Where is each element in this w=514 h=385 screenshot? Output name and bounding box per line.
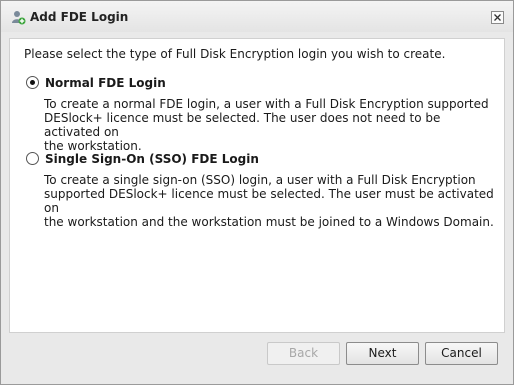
user-add-icon <box>10 9 26 25</box>
normal-fde-login-description: To create a normal FDE login, a user wit… <box>44 97 494 153</box>
close-button[interactable] <box>491 11 504 24</box>
cancel-button[interactable]: Cancel <box>425 342 498 365</box>
intro-text: Please select the type of Full Disk Encr… <box>24 47 446 61</box>
dialog-title: Add FDE Login <box>30 10 129 24</box>
radio-button-selected[interactable] <box>26 76 39 89</box>
add-fde-login-dialog: Add FDE Login Please select the type of … <box>0 0 514 385</box>
description-line: To create a normal FDE login, a user wit… <box>44 97 489 111</box>
back-button[interactable]: Back <box>267 342 340 365</box>
title-bar: Add FDE Login <box>1 1 513 32</box>
description-line: the workstation and the workstation must… <box>44 215 494 229</box>
radio-button-unselected[interactable] <box>26 152 39 165</box>
close-icon <box>494 14 501 21</box>
next-button[interactable]: Next <box>346 342 419 365</box>
sso-fde-login-label[interactable]: Single Sign-On (SSO) FDE Login <box>45 152 259 166</box>
description-line: To create a single sign-on (SSO) login, … <box>44 173 476 187</box>
description-line: DESlock+ licence must be selected. The u… <box>44 111 441 139</box>
sso-fde-login-description: To create a single sign-on (SSO) login, … <box>44 173 494 229</box>
description-line: the workstation. <box>44 139 142 153</box>
content-panel: Please select the type of Full Disk Encr… <box>9 38 505 333</box>
description-line: supported DESlock+ licence must be selec… <box>44 187 494 215</box>
normal-fde-login-label[interactable]: Normal FDE Login <box>45 76 166 90</box>
